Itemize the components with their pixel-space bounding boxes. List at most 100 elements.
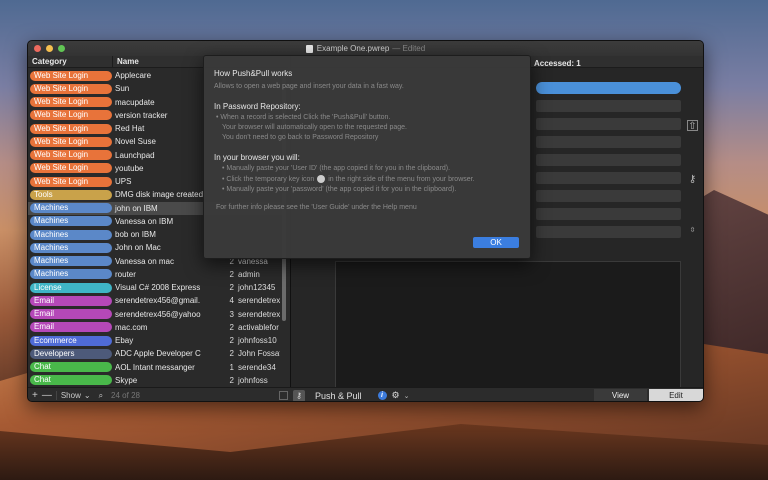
record-counter: 24 of 28: [111, 391, 140, 400]
record-name: mac.com: [115, 322, 148, 332]
dialog-instruction: Your browser will automatically open to …: [222, 124, 407, 131]
dialog-instruction: • Manually paste your 'User ID' (the app…: [222, 165, 451, 172]
add-record-button[interactable]: +: [32, 390, 38, 401]
record-name: Visual C# 2008 Express: [115, 283, 201, 293]
category-badge: Web Site Login: [30, 70, 112, 81]
dialog-instruction: • When a record is selected Click the 'P…: [216, 114, 391, 121]
column-header-category[interactable]: Category: [28, 56, 113, 67]
show-menu-button[interactable]: Show ⌄: [55, 391, 95, 400]
category-badge: Machines: [30, 269, 112, 280]
show-menu-label: Show: [60, 391, 81, 400]
view-button[interactable]: View: [594, 389, 647, 401]
category-badge: Web Site Login: [30, 97, 112, 108]
record-user: John Fossat: [238, 349, 280, 359]
column-header-name[interactable]: Name: [113, 56, 139, 67]
category-badge: Web Site Login: [30, 83, 112, 94]
accessed-count: Accessed: 1: [534, 59, 581, 68]
record-name: AOL Intant messanger: [115, 362, 195, 372]
record-count: 2: [229, 322, 234, 332]
key-icon: [317, 175, 326, 183]
record-user: john12345: [238, 283, 276, 293]
list-item[interactable]: Email serendetrex456@gmail. 4 serendetrex: [28, 294, 286, 307]
zoom-window-button[interactable]: [58, 45, 65, 52]
push-pull-button[interactable]: Push & Pull: [315, 391, 362, 401]
dialog-title: How Push&Pull works: [214, 69, 293, 78]
url-field[interactable]: [536, 82, 681, 94]
category-badge: Email: [30, 322, 112, 333]
info-icon[interactable]: i: [377, 391, 387, 400]
category-badge: Web Site Login: [30, 123, 112, 134]
category-badge: Web Site Login: [30, 163, 112, 174]
category-badge: Developers: [30, 348, 112, 359]
list-item[interactable]: Email serendetrex456@yahoo 3 serendetrex: [28, 308, 286, 321]
chevron-down-icon: ⌄: [83, 391, 91, 400]
list-item[interactable]: Chat AOL Intant messanger 1 serende34: [28, 361, 286, 374]
record-user: activablefor: [238, 322, 279, 332]
edited-status: — Edited: [392, 44, 426, 53]
list-item[interactable]: Developers ADC Apple Developer C 2 John Fos…: [28, 347, 286, 360]
category-badge: Web Site Login: [30, 150, 112, 161]
dialog-instruction-part: in the right side of the menu from your …: [328, 175, 475, 183]
category-badge: Machines: [30, 242, 112, 253]
detail-field[interactable]: [536, 118, 681, 130]
resize-icon[interactable]: [279, 391, 288, 400]
window-title: Example One.pwrep: [316, 44, 390, 53]
document-icon: [305, 44, 313, 53]
list-item[interactable]: Chat Skype 2 johnfoss: [28, 374, 286, 385]
ok-button[interactable]: OK: [473, 237, 519, 248]
record-name: serendetrex456@gmail.: [115, 296, 201, 306]
minimize-window-button[interactable]: [46, 45, 53, 52]
detail-field[interactable]: [536, 154, 681, 166]
detail-field[interactable]: [536, 100, 681, 112]
detail-field[interactable]: [536, 172, 681, 184]
list-item[interactable]: Email mac.com 2 activablefor: [28, 321, 286, 334]
dialog-instruction: • Click the temporary key icon in the ri…: [214, 175, 530, 183]
detail-field[interactable]: [536, 208, 681, 220]
column-header-name-label: Name: [117, 56, 139, 66]
notes-area[interactable]: [335, 261, 681, 399]
record-count: 2: [229, 375, 234, 385]
record-count: 2: [229, 349, 234, 359]
category-badge: License: [30, 282, 112, 293]
dialog-section-heading: In your browser you will:: [214, 153, 300, 162]
title-bar: Example One.pwrep — Edited: [28, 41, 703, 56]
category-badge: Web Site Login: [30, 176, 112, 187]
record-name: ADC Apple Developer C: [115, 349, 201, 359]
key-icon[interactable]: ⚷: [687, 174, 698, 185]
record-count: 4: [229, 296, 234, 306]
list-item[interactable]: License Visual C# 2008 Express 2 john12345: [28, 281, 286, 294]
record-user: serende34: [238, 362, 276, 372]
search-icon[interactable]: ⌕: [99, 391, 103, 401]
close-window-button[interactable]: [34, 45, 41, 52]
record-count: 2: [229, 283, 234, 293]
copy-icon[interactable]: ⇧: [687, 120, 698, 132]
category-badge: Chat: [30, 362, 112, 373]
record-name: Skype: [115, 375, 138, 385]
list-toolbar: + — Show ⌄ ⌕ 24 of 28: [28, 387, 290, 401]
push-pull-icon[interactable]: ⚷: [293, 389, 305, 401]
dialog-section-heading: In Password Repository:: [214, 102, 301, 111]
detail-field[interactable]: [536, 190, 681, 202]
gear-icon[interactable]: ⚙: [392, 390, 400, 401]
category-badge: Chat: [30, 375, 112, 385]
chevron-down-icon[interactable]: ⌄: [404, 392, 410, 400]
list-item[interactable]: Ecommerce Ebay 2 johnfoss10: [28, 334, 286, 347]
category-badge: Web Site Login: [30, 110, 112, 121]
category-badge: Email: [30, 295, 112, 306]
remove-record-button[interactable]: —: [42, 390, 52, 401]
record-name: Ebay: [115, 336, 134, 346]
dialog-instruction: You don't need to go back to Password Re…: [222, 134, 379, 141]
list-item[interactable]: Machines router 2 admin: [28, 268, 286, 281]
category-badge: Tools: [30, 189, 112, 200]
record-user: johnfoss10: [238, 336, 277, 346]
window-controls: [34, 45, 65, 52]
record-name: router: [115, 269, 136, 279]
record-user: admin: [238, 269, 260, 279]
edit-button[interactable]: Edit: [649, 389, 703, 401]
detail-field[interactable]: [536, 136, 681, 148]
record-user: serendetrex: [238, 309, 280, 319]
detail-field[interactable]: [536, 226, 681, 238]
stepper-icon[interactable]: ⇳: [687, 226, 698, 237]
dialog-subtitle: Allows to open a web page and insert you…: [214, 83, 404, 90]
detail-toolbar: ⚷ Push & Pull i ⚙ ⌄ View Edit: [290, 387, 703, 401]
